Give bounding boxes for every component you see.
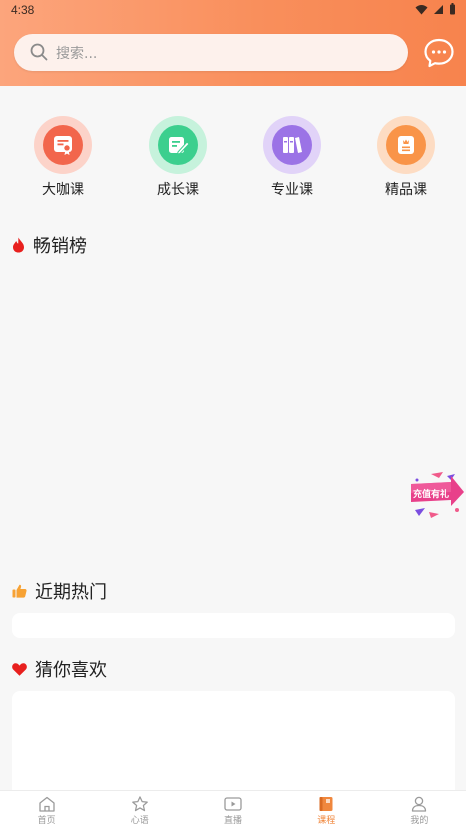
nav-label: 我的 (410, 816, 429, 826)
nav-mine[interactable]: 我的 (373, 791, 466, 830)
category-row: 大咖课 成长课 专业课 精品课 (0, 86, 466, 206)
nav-xinyu[interactable]: 心语 (93, 791, 186, 830)
recent-hot-card (12, 613, 455, 638)
flame-icon (13, 237, 24, 253)
nav-course[interactable]: 课程 (280, 791, 373, 830)
status-time: 4:38 (11, 3, 35, 17)
section-recent-hot: 近期热门 (12, 578, 107, 604)
nav-label: 首页 (37, 816, 56, 826)
thumbs-up-icon (12, 584, 27, 598)
battery-icon (450, 3, 455, 15)
wifi-icon (415, 4, 428, 14)
certificate-icon (54, 136, 72, 155)
category-icon-ring (263, 116, 321, 174)
bottom-nav: 首页 心语 直播 课程 我的 (0, 790, 466, 830)
status-icons (415, 3, 456, 15)
nav-home[interactable]: 首页 (0, 791, 93, 830)
section-guess-like: 猜你喜欢 (12, 656, 107, 682)
category-daka[interactable]: 大咖课 (23, 116, 103, 199)
nav-label: 直播 (224, 816, 243, 826)
guess-like-card (12, 691, 455, 791)
category-label: 精品课 (385, 182, 427, 198)
category-icon-ring (34, 116, 92, 174)
search-placeholder: 搜索... (56, 46, 98, 62)
nav-label: 心语 (130, 816, 149, 826)
books-icon (283, 137, 302, 153)
home-icon (38, 796, 55, 812)
search-input[interactable]: 搜索... (14, 34, 408, 71)
nav-live[interactable]: 直播 (186, 791, 279, 830)
note-edit-icon (169, 137, 190, 155)
section-title-text: 畅销榜 (33, 236, 87, 257)
category-icon-ring (149, 116, 207, 174)
live-video-icon (224, 797, 242, 811)
message-icon[interactable] (423, 37, 455, 69)
category-chengzhang[interactable]: 成长课 (138, 116, 218, 199)
header-bar: 4:38 搜索... (0, 0, 466, 86)
category-jingpin[interactable]: 精品课 (366, 116, 446, 199)
category-label: 专业课 (271, 182, 313, 198)
star-icon (131, 796, 148, 812)
nav-label: 课程 (317, 816, 336, 826)
category-label: 成长课 (157, 182, 199, 198)
profile-icon (412, 796, 427, 812)
premium-book-icon (398, 136, 414, 154)
status-bar: 4:38 (0, 0, 466, 20)
recharge-badge[interactable]: 充值有礼 (409, 470, 465, 520)
category-zhuanye[interactable]: 专业课 (252, 116, 332, 199)
course-book-icon (319, 797, 333, 811)
section-title-text: 近期热门 (35, 582, 107, 603)
signal-icon (434, 4, 443, 14)
recharge-label: 充值有礼 (413, 490, 450, 500)
section-title-text: 猜你喜欢 (35, 660, 107, 681)
category-label: 大咖课 (42, 182, 84, 198)
section-bestseller: 畅销榜 (12, 232, 87, 258)
search-icon (30, 43, 48, 61)
heart-icon (12, 662, 27, 676)
category-icon-ring (377, 116, 435, 174)
